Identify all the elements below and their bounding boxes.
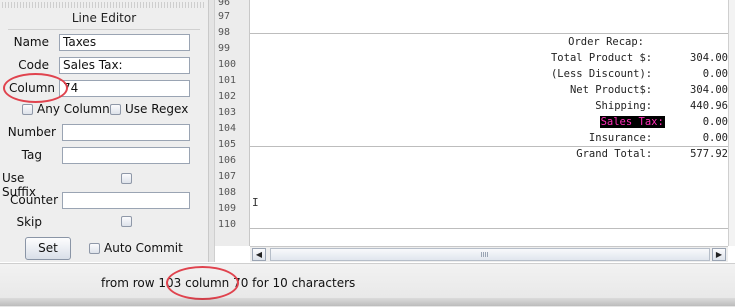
text-line: (Less Discount): 0.00 bbox=[550, 68, 728, 80]
line-number-gutter: 96 97 98 99 100 101 102 103 104 105 106 … bbox=[215, 0, 250, 246]
window-shadow bbox=[0, 298, 735, 306]
auto-commit-label: Auto Commit bbox=[104, 241, 183, 255]
line-number: 101 bbox=[218, 75, 237, 86]
selected-text-highlight: Sales Tax: bbox=[599, 116, 665, 128]
line-editor-panel: Line Editor Name Taxes Code Sales Tax: C… bbox=[0, 0, 209, 262]
line-number: 107 bbox=[218, 171, 237, 182]
line-number: 102 bbox=[218, 91, 237, 102]
text-line: Net Product$: 304.00 bbox=[569, 84, 728, 96]
number-label: Number bbox=[7, 125, 56, 139]
line-number: 97 bbox=[218, 11, 231, 22]
line-editor-window: Line Editor Name Taxes Code Sales Tax: C… bbox=[0, 0, 735, 307]
counter-label: Counter bbox=[10, 193, 58, 207]
tag-field[interactable] bbox=[62, 147, 190, 164]
column-field[interactable]: 74 bbox=[59, 80, 190, 97]
document-text-area[interactable]: Order Recap: Total Product $: 304.00 (Le… bbox=[250, 0, 728, 246]
panel-drag-grip[interactable] bbox=[2, 2, 206, 8]
use-regex-label: Use Regex bbox=[125, 102, 189, 116]
vertical-scrollbar[interactable] bbox=[728, 0, 735, 246]
text-line: Order Recap: bbox=[568, 36, 644, 48]
auto-commit-checkbox[interactable] bbox=[89, 243, 100, 254]
set-button[interactable]: Set bbox=[25, 237, 71, 260]
divider-line bbox=[250, 146, 728, 147]
title-divider bbox=[8, 29, 200, 30]
number-field[interactable] bbox=[62, 124, 190, 141]
line-number: 106 bbox=[218, 155, 237, 166]
name-field[interactable]: Taxes bbox=[59, 34, 190, 51]
line-number: 100 bbox=[218, 59, 237, 70]
thumb-grip-icon bbox=[481, 252, 489, 257]
line-number: 109 bbox=[218, 203, 237, 214]
use-regex-checkbox[interactable] bbox=[110, 104, 121, 115]
code-label: Code bbox=[18, 58, 49, 72]
text-line: Grand Total: 577.92 bbox=[576, 148, 728, 160]
scroll-left-icon[interactable]: ◀ bbox=[252, 248, 266, 261]
tag-label: Tag bbox=[21, 148, 42, 162]
line-number: 105 bbox=[218, 139, 237, 150]
text-value: 0.00 bbox=[664, 116, 728, 128]
use-suffix-checkbox[interactable] bbox=[121, 173, 132, 184]
column-label: Column bbox=[9, 81, 55, 95]
counter-field[interactable] bbox=[62, 192, 190, 209]
skip-checkbox[interactable] bbox=[121, 216, 132, 227]
scrollbar-thumb[interactable] bbox=[270, 248, 710, 261]
any-column-checkbox[interactable] bbox=[22, 104, 33, 115]
line-number: 96 bbox=[218, 0, 231, 8]
skip-label: Skip bbox=[16, 215, 42, 229]
text-line: Total Product $: 304.00 bbox=[550, 52, 728, 64]
any-column-label: Any Column bbox=[37, 102, 110, 116]
line-number: 99 bbox=[218, 43, 231, 54]
text-line: Insurance: 0.00 bbox=[588, 132, 728, 144]
text-cursor-icon: I bbox=[252, 196, 259, 209]
horizontal-scrollbar[interactable]: ◀ ▶ bbox=[250, 246, 728, 262]
text-line: Sales Tax: 0.00 bbox=[599, 116, 728, 128]
text-line: Shipping: 440.96 bbox=[595, 100, 728, 112]
status-message: from row 103 column 70 for 10 characters bbox=[101, 276, 356, 290]
line-number: 108 bbox=[218, 187, 237, 198]
code-field[interactable]: Sales Tax: bbox=[59, 57, 190, 74]
line-number: 104 bbox=[218, 123, 237, 134]
line-number: 98 bbox=[218, 27, 231, 38]
line-number: 103 bbox=[218, 107, 237, 118]
divider-line bbox=[250, 228, 728, 229]
panel-title: Line Editor bbox=[71, 11, 137, 25]
scroll-right-icon[interactable]: ▶ bbox=[712, 248, 726, 261]
name-label: Name bbox=[13, 35, 49, 49]
line-number: 110 bbox=[218, 219, 237, 230]
divider-line bbox=[250, 33, 728, 34]
